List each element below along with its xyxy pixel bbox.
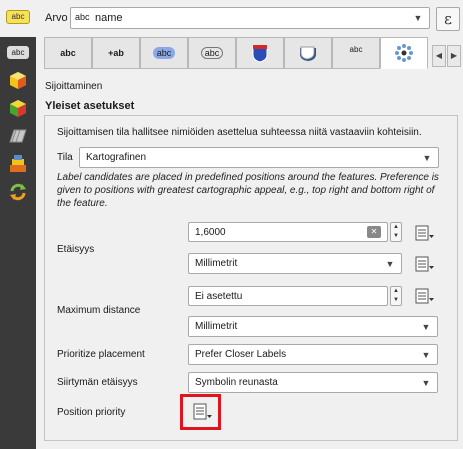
- data-defined-override-icon[interactable]: [413, 253, 435, 275]
- offset-combo[interactable]: Symbolin reunasta ▼: [188, 372, 438, 393]
- offset-value: Symbolin reunasta: [195, 377, 278, 388]
- value-field-combo[interactable]: abc name ▼: [70, 7, 430, 29]
- tab-scroll-left-button[interactable]: ◀: [432, 45, 446, 67]
- tab-mask[interactable]: abc: [188, 37, 236, 69]
- prioritize-combo[interactable]: Prefer Closer Labels ▼: [188, 344, 438, 365]
- max-distance-value: Ei asetettu: [195, 291, 243, 302]
- expression-button[interactable]: ε: [436, 7, 460, 31]
- tab-buffer[interactable]: abc: [140, 37, 188, 69]
- diagram-cube-icon[interactable]: [5, 97, 31, 119]
- refresh-arrows-icon[interactable]: [5, 181, 31, 203]
- tab-text[interactable]: abc: [44, 37, 92, 69]
- distance-input[interactable]: 1,6000 ✕: [188, 222, 388, 242]
- label-icon: abc: [6, 10, 30, 24]
- prioritize-label: Prioritize placement: [57, 349, 145, 360]
- max-distance-unit-value: Millimetrit: [195, 321, 238, 332]
- mode-description: Sijoittamisen tila hallitsee nimiöiden a…: [57, 127, 422, 138]
- field-type-tag: abc: [75, 12, 90, 22]
- highway-shield-icon: [252, 45, 268, 63]
- map-grid-icon[interactable]: [5, 125, 31, 147]
- data-defined-override-icon[interactable]: [413, 285, 435, 307]
- layers-icon[interactable]: [5, 153, 31, 175]
- mode-value: Kartografinen: [86, 152, 147, 163]
- chevron-down-icon[interactable]: ▼: [415, 373, 437, 392]
- tab-placement[interactable]: [380, 37, 428, 69]
- tab-formatting[interactable]: +ab: [92, 37, 140, 69]
- chevron-down-icon[interactable]: ▼: [407, 8, 429, 28]
- placement-icon: [395, 44, 413, 62]
- distance-spinner[interactable]: ▲ ▼: [390, 222, 402, 242]
- position-priority-label: Position priority: [57, 407, 126, 418]
- tab-background[interactable]: [236, 37, 284, 69]
- tab-bar: abc +ab abc abc abc: [44, 37, 429, 69]
- group-title: Yleiset asetukset: [45, 100, 135, 112]
- chevron-down-icon[interactable]: ▼: [416, 148, 438, 167]
- max-distance-spinner[interactable]: ▲ ▼: [390, 286, 402, 306]
- highlight-box: [180, 394, 221, 430]
- tab-scroll-right-button[interactable]: ▶: [447, 45, 461, 67]
- distance-label: Etäisyys: [57, 244, 95, 255]
- distance-unit-value: Millimetrit: [195, 258, 238, 269]
- max-distance-input[interactable]: Ei asetettu: [188, 286, 388, 306]
- section-title: Sijoittaminen: [45, 81, 103, 92]
- max-distance-label: Maximum distance: [57, 305, 141, 316]
- distance-unit-combo[interactable]: Millimetrit ▼: [188, 253, 402, 274]
- chevron-down-icon[interactable]: ▼: [379, 254, 401, 273]
- field-value: name: [95, 12, 123, 24]
- mode-combo[interactable]: Kartografinen ▼: [79, 147, 439, 168]
- data-defined-override-icon[interactable]: [413, 222, 435, 244]
- chevron-down-icon[interactable]: ▼: [415, 345, 437, 364]
- shadow-shape-icon: [300, 46, 316, 61]
- clear-icon[interactable]: ✕: [367, 226, 381, 238]
- offset-label: Siirtymän etäisyys: [57, 377, 138, 388]
- prioritize-value: Prefer Closer Labels: [195, 349, 287, 360]
- value-label: Arvo: [45, 12, 68, 24]
- tab-shadow[interactable]: [284, 37, 332, 69]
- max-distance-unit-combo[interactable]: Millimetrit ▼: [188, 316, 438, 337]
- mode-label: Tila: [57, 152, 73, 163]
- rendering-cube-icon[interactable]: [5, 69, 31, 91]
- tab-callouts[interactable]: abc: [332, 37, 380, 69]
- chevron-down-icon[interactable]: ▼: [415, 317, 437, 336]
- placement-help-text: Label candidates are placed in predefine…: [57, 172, 439, 209]
- sidebar: abc: [0, 37, 36, 449]
- distance-value: 1,6000: [195, 227, 226, 238]
- text-category-icon[interactable]: abc: [5, 41, 31, 63]
